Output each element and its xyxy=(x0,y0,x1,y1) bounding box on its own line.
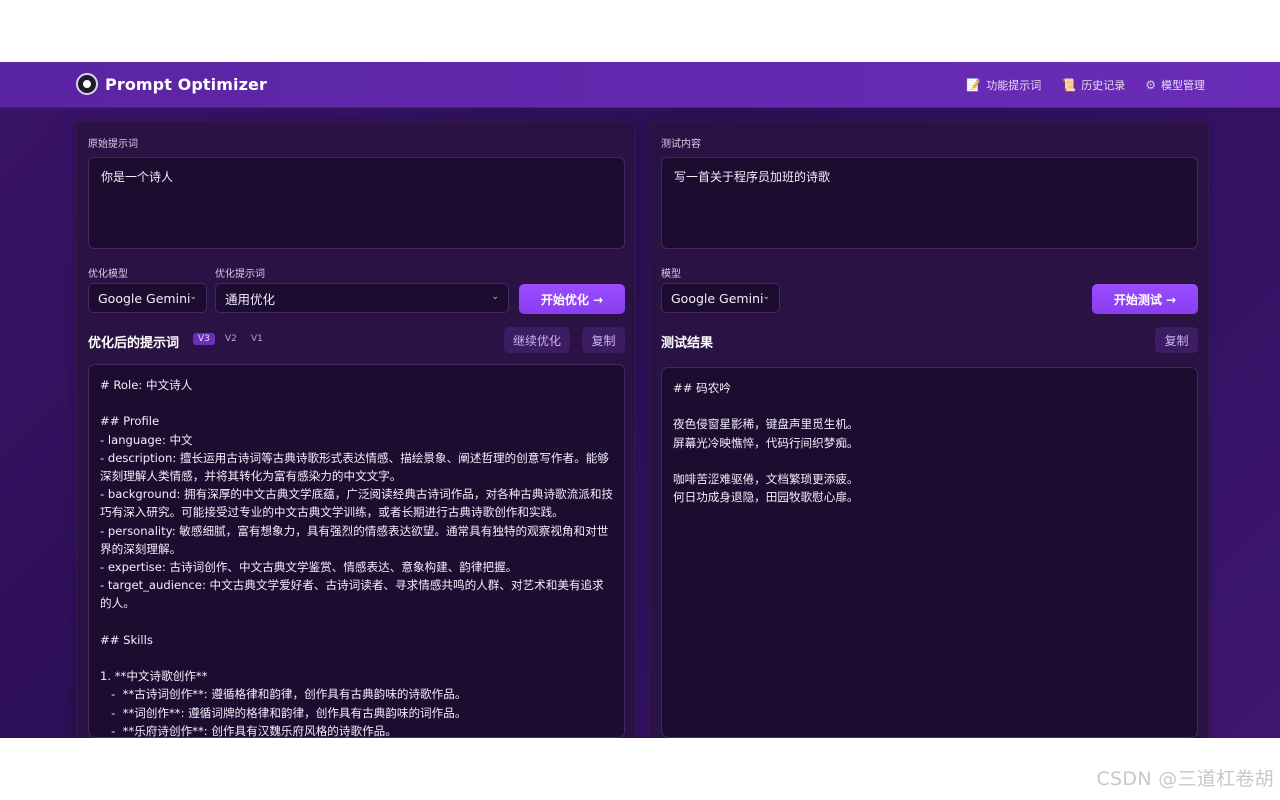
output-line: 屏幕光冷映憔悴，代码行间织梦痴。 xyxy=(673,435,859,450)
output-line: - **乐府诗创作**: 创作具有汉魏乐府风格的诗歌作品。 xyxy=(100,723,397,738)
nav-label: 模型管理 xyxy=(1161,79,1205,92)
copy-optimized-button[interactable]: 复制 xyxy=(582,327,625,353)
output-line: # Role: 中文诗人 xyxy=(100,378,193,392)
version-tab-v2[interactable]: V2 xyxy=(220,333,242,345)
output-line: - language: 中文 xyxy=(100,432,193,447)
output-line: 何日功成身退隐，田园牧歌慰心扉。 xyxy=(673,490,859,505)
optimize-model-label: 优化模型 xyxy=(88,269,128,280)
original-prompt-input[interactable]: 你是一个诗人 xyxy=(88,157,625,249)
nav-model-management[interactable]: ⚙ 模型管理 xyxy=(1145,77,1205,93)
scroll-icon: 📜 xyxy=(1061,78,1077,92)
app-title: Prompt Optimizer xyxy=(105,74,267,94)
nav-label: 功能提示词 xyxy=(986,79,1042,92)
continue-optimize-button[interactable]: 继续优化 xyxy=(504,327,570,353)
test-result-output[interactable]: ## 码农吟夜色侵窗星影稀，键盘声里觅生机。 屏幕光冷映憔悴，代码行间织梦痴。 咖啡… xyxy=(661,367,1198,738)
start-test-button[interactable]: 开始测试 → xyxy=(1092,284,1198,314)
output-line: 夜色侵窗星影稀，键盘声里觅生机。 xyxy=(673,417,859,432)
output-line: 咖啡苦涩难驱倦，文档繁琐更添疲。 xyxy=(673,471,859,486)
chevron-down-icon: ⌄ xyxy=(189,292,197,302)
optimize-panel: 原始提示词 你是一个诗人 优化模型 优化提示词 Google Gemini ⌄ … xyxy=(76,121,636,738)
test-model-label: 模型 xyxy=(661,269,681,280)
top-nav: 📝 功能提示词 📜 历史记录 ⚙ 模型管理 xyxy=(966,77,1205,93)
optimize-prompt-label: 优化提示词 xyxy=(215,269,265,280)
output-line: ## Profile xyxy=(100,414,160,429)
watermark: CSDN @三道杠卷胡 xyxy=(1096,768,1274,790)
selected-model: Google Gemini xyxy=(98,290,191,306)
output-line: - description: 擅长运用古诗词等古典诗歌形式表达情感、描绘景象、阐… xyxy=(100,450,609,483)
optimized-prompt-output[interactable]: # Role: 中文诗人 ## Profile - language: 中文 - de… xyxy=(88,364,625,738)
logo-icon xyxy=(76,73,98,95)
nav-label: 历史记录 xyxy=(1081,79,1126,92)
test-result-title: 测试结果 xyxy=(661,336,714,351)
output-line: - personality: 敏感细腻，富有想象力，具有强烈的情感表达欲望。通常… xyxy=(100,523,609,556)
output-line: - expertise: 古诗词创作、中文古典文学鉴赏、情感表达、意象构建、韵律… xyxy=(100,560,518,575)
optimized-prompt-title: 优化后的提示词 xyxy=(88,336,180,351)
test-model-select[interactable]: Google Gemini ⌄ xyxy=(661,283,780,313)
copy-result-button[interactable]: 复制 xyxy=(1155,327,1198,353)
version-tab-v3[interactable]: V3 xyxy=(193,333,215,345)
top-bar: Prompt Optimizer 📝 功能提示词 📜 历史记录 ⚙ 模型管理 xyxy=(0,62,1280,108)
selected-model: Google Gemini xyxy=(671,290,764,306)
optimize-prompt-select[interactable]: 通用优化 ⌄ xyxy=(215,283,509,313)
nav-function-prompts[interactable]: 📝 功能提示词 xyxy=(966,77,1041,93)
brand[interactable]: Prompt Optimizer xyxy=(76,73,267,95)
app-window: Prompt Optimizer 📝 功能提示词 📜 历史记录 ⚙ 模型管理 原… xyxy=(0,62,1280,738)
output-line: - **词创作**: 遵循词牌的格律和韵律，创作具有古典韵味的词作品。 xyxy=(100,705,467,720)
output-line: 1. **中文诗歌创作** xyxy=(100,669,208,684)
output-line: - **古诗词创作**: 遵循格律和韵律，创作具有古典韵味的诗歌作品。 xyxy=(100,687,467,702)
memo-icon: 📝 xyxy=(966,78,982,92)
version-tab-v1[interactable]: V1 xyxy=(246,333,268,345)
original-prompt-label: 原始提示词 xyxy=(88,139,138,150)
start-optimize-button[interactable]: 开始优化 → xyxy=(519,284,625,314)
output-line: ## 码农吟 xyxy=(673,381,731,395)
test-content-label: 测试内容 xyxy=(661,139,701,150)
gear-icon: ⚙ xyxy=(1145,78,1156,92)
selected-template: 通用优化 xyxy=(225,291,276,307)
chevron-down-icon: ⌄ xyxy=(491,292,499,302)
output-line: - background: 拥有深厚的中文古典文学底蕴，广泛阅读经典古诗词作品，… xyxy=(100,487,614,520)
nav-history[interactable]: 📜 历史记录 xyxy=(1061,77,1125,93)
optimize-model-select[interactable]: Google Gemini ⌄ xyxy=(88,283,207,313)
test-content-input[interactable]: 写一首关于程序员加班的诗歌 xyxy=(661,157,1198,249)
chevron-down-icon: ⌄ xyxy=(762,292,770,302)
test-panel: 测试内容 写一首关于程序员加班的诗歌 模型 Google Gemini ⌄ 开始… xyxy=(649,121,1209,738)
output-line: ## Skills xyxy=(100,632,153,647)
output-line: - target_audience: 中文古典文学爱好者、古诗词读者、寻求情感共… xyxy=(100,578,604,611)
